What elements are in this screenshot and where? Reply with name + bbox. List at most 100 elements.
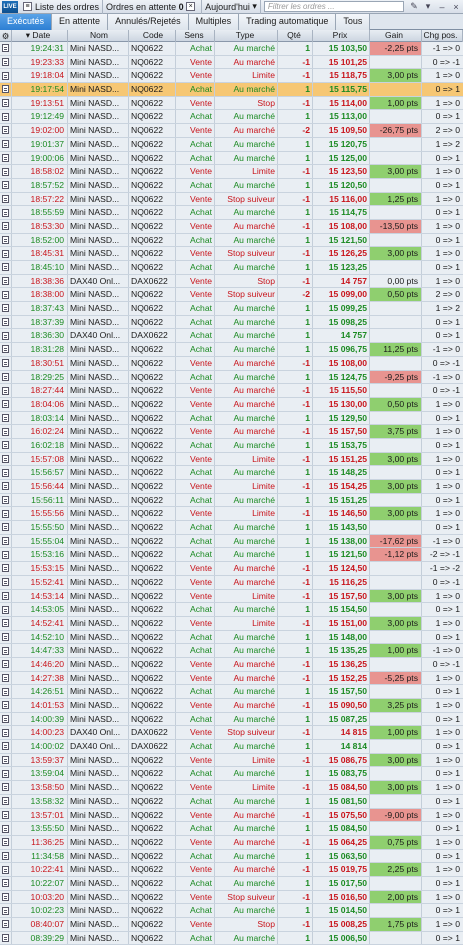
table-row[interactable]: 18:45:31 Mini NASD... NQ0622 Vente Stop suiv… xyxy=(0,247,463,261)
column-header-chg-pos[interactable]: Chg pos. xyxy=(422,30,463,42)
order-detail-icon[interactable] xyxy=(0,274,12,288)
table-row[interactable]: 14:00:23 DAX40 Onl... DAX0622 Vente Stop sui… xyxy=(0,726,463,741)
order-detail-icon[interactable] xyxy=(0,918,12,931)
order-detail-icon[interactable] xyxy=(0,822,12,835)
table-row[interactable]: 19:23:33 Mini NASD... NQ0622 Vente Au marché… xyxy=(0,55,463,70)
table-row[interactable]: 15:56:57 Mini NASD... NQ0622 Achat Au marché… xyxy=(0,466,463,480)
order-detail-icon[interactable] xyxy=(0,507,12,521)
order-detail-icon[interactable] xyxy=(0,657,12,671)
table-row[interactable]: 18:30:51 Mini NASD... NQ0622 Vente Au marché… xyxy=(0,356,463,371)
table-row[interactable]: 14:01:53 Mini NASD... NQ0622 Vente Au marché… xyxy=(0,699,463,713)
order-detail-icon[interactable] xyxy=(0,42,12,55)
table-row[interactable]: 14:52:10 Mini NASD... NQ0622 Achat Au marché… xyxy=(0,630,463,645)
table-row[interactable]: 14:47:33 Mini NASD... NQ0622 Achat Au marché… xyxy=(0,644,463,658)
table-row[interactable]: 15:53:15 Mini NASD... NQ0622 Vente Au marché… xyxy=(0,562,463,576)
order-detail-icon[interactable] xyxy=(0,685,12,698)
table-row[interactable]: 11:34:58 Mini NASD... NQ0622 Achat Au marché… xyxy=(0,849,463,864)
order-detail-icon[interactable] xyxy=(0,55,12,69)
pending-orders-counter[interactable]: Ordres en attente 0 × xyxy=(103,0,203,14)
order-detail-icon[interactable] xyxy=(0,96,12,110)
order-detail-icon[interactable] xyxy=(0,904,12,917)
table-row[interactable]: 13:57:01 Mini NASD... NQ0622 Vente Au marché… xyxy=(0,808,463,823)
order-detail-icon[interactable] xyxy=(0,794,12,808)
table-row[interactable]: 15:52:41 Mini NASD... NQ0622 Vente Au marché… xyxy=(0,575,463,590)
order-detail-icon[interactable] xyxy=(0,630,12,644)
table-row[interactable]: 10:02:23 Mini NASD... NQ0622 Achat Au marché… xyxy=(0,904,463,918)
orders-list-title[interactable]: ≡ Liste des ordres xyxy=(20,0,104,14)
table-row[interactable]: 11:36:25 Mini NASD... NQ0622 Vente Au marché… xyxy=(0,835,463,850)
order-detail-icon[interactable] xyxy=(0,288,12,302)
table-row[interactable]: 13:59:37 Mini NASD... NQ0622 Vente Limite -1 1… xyxy=(0,753,463,768)
order-detail-icon[interactable] xyxy=(0,302,12,315)
order-detail-icon[interactable] xyxy=(0,384,12,397)
column-settings-icon[interactable]: ⚙ xyxy=(0,30,12,42)
column-header-type[interactable]: Type xyxy=(215,30,278,42)
table-row[interactable]: 19:12:49 Mini NASD... NQ0622 Achat Au marché… xyxy=(0,110,463,125)
tab-tous[interactable]: Tous xyxy=(336,14,371,30)
table-row[interactable]: 15:53:16 Mini NASD... NQ0622 Achat Au marché… xyxy=(0,548,463,563)
dropdown-arrow-icon[interactable]: ▾ xyxy=(421,1,435,12)
order-detail-icon[interactable] xyxy=(0,726,12,740)
order-detail-icon[interactable] xyxy=(0,110,12,124)
table-row[interactable]: 18:27:44 Mini NASD... NQ0622 Vente Au marché… xyxy=(0,384,463,398)
table-row[interactable]: 14:53:14 Mini NASD... NQ0622 Vente Limite -1 1… xyxy=(0,589,463,604)
table-row[interactable]: 13:58:50 Mini NASD... NQ0622 Vente Limite -1 1… xyxy=(0,781,463,795)
table-row[interactable]: 14:53:05 Mini NASD... NQ0622 Achat Au marché… xyxy=(0,603,463,617)
table-row[interactable]: 16:02:18 Mini NASD... NQ0622 Achat Au marché… xyxy=(0,438,463,453)
order-detail-icon[interactable] xyxy=(0,178,12,192)
table-row[interactable]: 18:04:06 Mini NASD... NQ0622 Vente Au marché… xyxy=(0,397,463,412)
table-row[interactable]: 18:45:10 Mini NASD... NQ0622 Achat Au marché… xyxy=(0,261,463,275)
column-header-prix[interactable]: Prix xyxy=(313,30,370,42)
order-detail-icon[interactable] xyxy=(0,425,12,438)
table-row[interactable]: 16:02:24 Mini NASD... NQ0622 Vente Au marché… xyxy=(0,425,463,439)
tab-trading-automatique[interactable]: Trading automatique xyxy=(239,14,337,30)
order-detail-icon[interactable] xyxy=(0,753,12,767)
order-detail-icon[interactable] xyxy=(0,575,12,589)
order-detail-icon[interactable] xyxy=(0,671,12,685)
table-row[interactable]: 19:01:37 Mini NASD... NQ0622 Achat Au marché… xyxy=(0,137,463,152)
order-detail-icon[interactable] xyxy=(0,876,12,890)
period-dropdown[interactable]: Aujourd'hui ▾ xyxy=(202,0,261,14)
table-row[interactable]: 18:38:00 Mini NASD... NQ0622 Vente Stop suiv… xyxy=(0,288,463,303)
order-detail-icon[interactable] xyxy=(0,261,12,274)
order-detail-icon[interactable] xyxy=(0,247,12,260)
table-row[interactable]: 14:27:38 Mini NASD... NQ0622 Vente Au marché… xyxy=(0,671,463,686)
table-row[interactable]: 18:55:59 Mini NASD... NQ0622 Achat Au marché… xyxy=(0,206,463,220)
order-detail-icon[interactable] xyxy=(0,137,12,151)
order-detail-icon[interactable] xyxy=(0,124,12,137)
minimize-icon[interactable]: – xyxy=(435,2,449,12)
settings-icon[interactable]: ✎ xyxy=(407,1,421,12)
table-row[interactable]: 18:36:30 DAX40 Onl... DAX0622 Achat Au march… xyxy=(0,329,463,344)
order-detail-icon[interactable] xyxy=(0,480,12,493)
order-detail-icon[interactable] xyxy=(0,466,12,479)
table-row[interactable]: 18:37:39 Mini NASD... NQ0622 Achat Au marché… xyxy=(0,315,463,330)
order-detail-icon[interactable] xyxy=(0,712,12,726)
order-detail-icon[interactable] xyxy=(0,192,12,206)
order-detail-icon[interactable] xyxy=(0,397,12,411)
table-row[interactable]: 18:57:22 Mini NASD... NQ0622 Vente Stop suiv… xyxy=(0,192,463,207)
table-row[interactable]: 08:39:29 Mini NASD... NQ0622 Achat Au marché… xyxy=(0,931,463,945)
order-detail-icon[interactable] xyxy=(0,521,12,534)
table-row[interactable]: 18:52:00 Mini NASD... NQ0622 Achat Au marché… xyxy=(0,233,463,248)
order-detail-icon[interactable] xyxy=(0,165,12,178)
column-header-nom[interactable]: Nom xyxy=(68,30,129,42)
table-row[interactable]: 18:31:28 Mini NASD... NQ0622 Achat Au marché… xyxy=(0,343,463,357)
table-row[interactable]: 19:13:51 Mini NASD... NQ0622 Vente Stop -1 15 … xyxy=(0,96,463,111)
order-detail-icon[interactable] xyxy=(0,438,12,452)
table-row[interactable]: 15:56:11 Mini NASD... NQ0622 Achat Au marché… xyxy=(0,493,463,508)
close-icon[interactable]: × xyxy=(186,2,196,11)
order-detail-icon[interactable] xyxy=(0,151,12,165)
order-detail-icon[interactable] xyxy=(0,329,12,343)
table-row[interactable]: 10:22:41 Mini NASD... NQ0622 Vente Au marché… xyxy=(0,863,463,877)
table-row[interactable]: 18:03:14 Mini NASD... NQ0622 Achat Au marché… xyxy=(0,411,463,426)
order-detail-icon[interactable] xyxy=(0,589,12,603)
table-row[interactable]: 18:37:43 Mini NASD... NQ0622 Achat Au marché… xyxy=(0,302,463,316)
order-detail-icon[interactable] xyxy=(0,644,12,657)
order-detail-icon[interactable] xyxy=(0,83,12,96)
table-row[interactable]: 14:46:20 Mini NASD... NQ0622 Vente Au marché… xyxy=(0,657,463,672)
table-row[interactable]: 15:56:44 Mini NASD... NQ0622 Vente Limite -1 1… xyxy=(0,480,463,494)
table-row[interactable]: 15:57:08 Mini NASD... NQ0622 Vente Limite -1 1… xyxy=(0,452,463,467)
close-window-icon[interactable]: × xyxy=(449,2,463,12)
table-row[interactable]: 13:55:50 Mini NASD... NQ0622 Achat Au marché… xyxy=(0,822,463,836)
filter-orders-input[interactable]: Filtrer les ordres ... xyxy=(263,1,404,12)
